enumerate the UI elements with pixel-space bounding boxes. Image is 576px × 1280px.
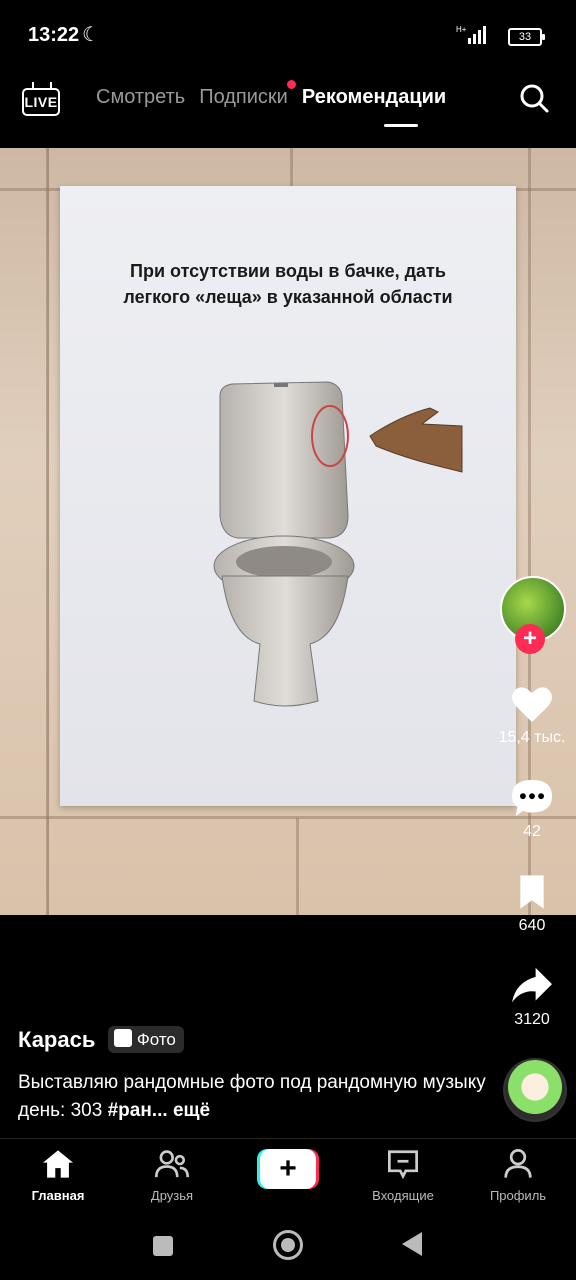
battery-level: 33	[518, 31, 532, 43]
more-link[interactable]: ещё	[173, 1100, 210, 1121]
heart-icon	[512, 687, 552, 723]
post-caption: Карась Фото Выставляю рандомные фото под…	[18, 1026, 486, 1125]
bottom-nav: Главная Друзья + Входящие Профиль	[0, 1138, 576, 1209]
search-icon[interactable]	[518, 82, 550, 114]
comment-icon	[512, 779, 552, 817]
live-icon[interactable]: LIVE	[22, 82, 60, 120]
home-button[interactable]	[273, 1230, 303, 1260]
nav-home-label: Главная	[31, 1188, 85, 1203]
tab-following-label: Подписки	[199, 86, 288, 108]
comment-count: 42	[523, 823, 541, 840]
tab-for-you[interactable]: Рекомендации	[302, 86, 446, 109]
active-tab-indicator	[384, 124, 418, 127]
friends-icon	[155, 1150, 189, 1178]
bookmark-count: 640	[518, 917, 546, 934]
poster-caption: При отсутствии воды в бачке, дать легког…	[123, 261, 453, 307]
live-label: LIVE	[22, 88, 60, 116]
like-count: 15,4 тыс.	[498, 729, 566, 746]
share-count: 3120	[514, 1011, 550, 1028]
post-image[interactable]: При отсутствии воды в бачке, дать легког…	[0, 148, 576, 915]
nav-inbox[interactable]: Входящие	[353, 1149, 453, 1203]
follow-button[interactable]: +	[515, 624, 545, 654]
photo-badge: Фото	[107, 1026, 184, 1053]
status-bar: 13:22 ☾ H+ 33	[0, 0, 576, 70]
nav-profile[interactable]: Профиль	[468, 1149, 568, 1203]
post-description: Выставляю рандомные фото под рандомную м…	[18, 1069, 488, 1125]
notification-dot	[286, 80, 296, 89]
feed-tabs: Смотреть Подписки Рекомендации	[96, 80, 446, 109]
create-button[interactable]: +	[257, 1149, 319, 1189]
photo-badge-label: Фото	[136, 1030, 176, 1049]
nav-home[interactable]: Главная	[8, 1149, 108, 1203]
poster: При отсутствии воды в бачке, дать легког…	[60, 186, 516, 806]
network-type: H+	[456, 25, 467, 34]
share-icon	[512, 967, 552, 1003]
tab-watch[interactable]: Смотреть	[96, 86, 185, 109]
system-nav	[0, 1208, 576, 1280]
nav-friends-label: Друзья	[150, 1188, 194, 1203]
bookmark-button[interactable]: 640	[492, 872, 572, 935]
photo-icon	[113, 1029, 132, 1047]
home-icon	[43, 1150, 73, 1178]
music-disc[interactable]	[503, 1058, 567, 1122]
bookmark-icon	[520, 875, 544, 909]
top-nav: LIVE Смотреть Подписки Рекомендации	[0, 70, 576, 148]
like-button[interactable]: 15,4 тыс.	[492, 684, 572, 747]
author-name[interactable]: Карась	[18, 1027, 95, 1053]
hashtag-link[interactable]: #ран...	[108, 1100, 168, 1121]
nav-profile-label: Профиль	[489, 1188, 547, 1203]
recents-button[interactable]	[153, 1236, 173, 1256]
tab-following[interactable]: Подписки	[199, 80, 296, 109]
comment-button[interactable]: 42	[492, 778, 572, 841]
battery-icon: 33	[508, 28, 545, 46]
create-plus: +	[260, 1149, 316, 1189]
back-button[interactable]	[402, 1232, 422, 1256]
inbox-icon	[388, 1150, 418, 1180]
description-text: Выставляю рандомные фото под рандомную м…	[18, 1072, 486, 1121]
moon-icon: ☾	[82, 24, 100, 46]
nav-friends[interactable]: Друзья	[122, 1149, 222, 1203]
nav-inbox-label: Входящие	[372, 1188, 434, 1203]
share-button[interactable]: 3120	[492, 966, 572, 1029]
profile-icon	[504, 1149, 532, 1178]
toilet-illustration	[213, 381, 463, 707]
status-time: 13:22	[28, 24, 80, 46]
signal-icon: H+	[456, 25, 486, 44]
